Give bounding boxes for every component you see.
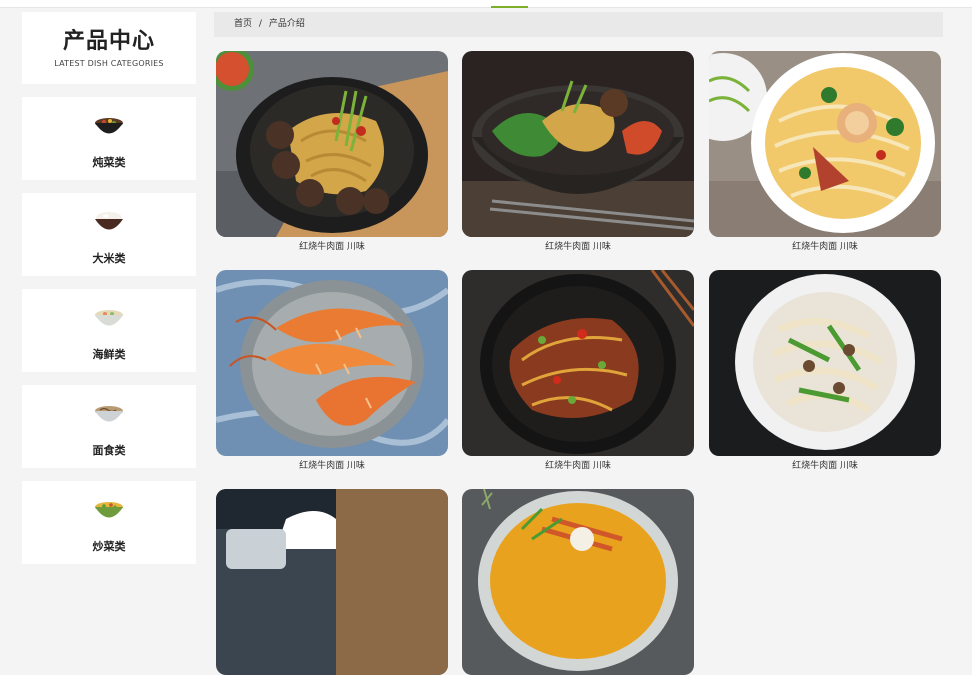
sidebar-title: 产品中心: [62, 29, 155, 54]
category-stew[interactable]: 炖菜类: [22, 97, 196, 180]
noodle-bowl-icon: [95, 406, 123, 422]
sidebar-subtitle: LATEST DISH CATEGORIES: [54, 59, 164, 68]
category-rice[interactable]: 大米类: [22, 193, 196, 276]
product-image-restaurant-table: [216, 489, 448, 675]
product-caption[interactable]: 红烧牛肉面 川味: [709, 458, 941, 471]
stew-bowl-icon: [95, 118, 123, 134]
category-label: 大米类: [92, 252, 126, 265]
category-noodles[interactable]: 面食类: [22, 385, 196, 468]
rice-bowl-icon: [95, 212, 123, 230]
product-image-spicy-stir-fry: [462, 270, 694, 456]
product-image-rice-noodle-soup: [709, 51, 941, 237]
category-sidebar: 产品中心 LATEST DISH CATEGORIES 炖菜类 大米类 海鲜类: [22, 12, 196, 564]
stirfry-bowl-icon: [95, 502, 123, 518]
product-caption[interactable]: 红烧牛肉面 川味: [462, 239, 694, 252]
category-label: 海鲜类: [92, 348, 126, 361]
breadcrumb: 首页 / 产品介绍: [214, 12, 943, 37]
category-label: 炖菜类: [92, 156, 126, 169]
seafood-bowl-icon: [95, 310, 123, 326]
breadcrumb-home-link[interactable]: 首页: [234, 12, 252, 37]
breadcrumb-current: 产品介绍: [268, 19, 305, 29]
nav-active-indicator: [491, 6, 528, 8]
product-image-curry-bowl: [462, 489, 694, 675]
product-image-fried-noodles-peppers: [709, 270, 941, 456]
category-seafood[interactable]: 海鲜类: [22, 289, 196, 372]
product-image-noodles-meatballs: [216, 51, 448, 237]
product-caption[interactable]: 红烧牛肉面 川味: [462, 458, 694, 471]
product-caption[interactable]: 红烧牛肉面 川味: [709, 239, 941, 252]
sidebar-header: 产品中心 LATEST DISH CATEGORIES: [22, 12, 196, 84]
product-caption[interactable]: 红烧牛肉面 川味: [216, 239, 448, 252]
top-nav-bar: [0, 0, 972, 8]
category-label: 面食类: [92, 444, 126, 457]
product-image-grilled-prawns: [216, 270, 448, 456]
product-caption[interactable]: 红烧牛肉面 川味: [216, 458, 448, 471]
product-image-dark-bowl-greens: [462, 51, 694, 237]
breadcrumb-separator: /: [258, 19, 262, 29]
